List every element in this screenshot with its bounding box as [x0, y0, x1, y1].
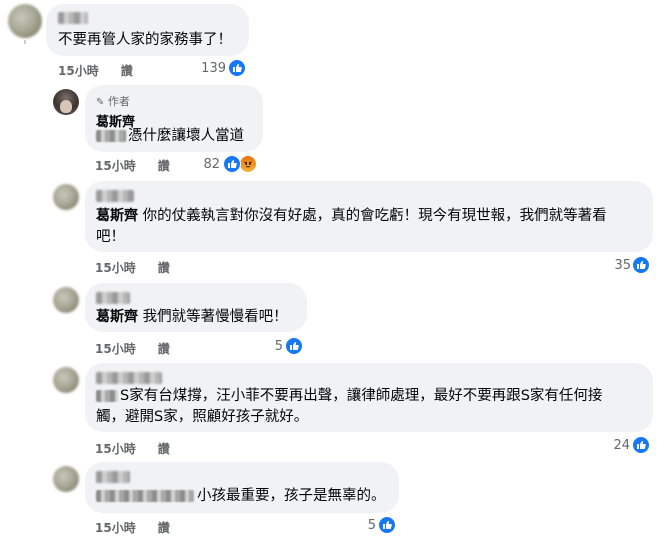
like-button[interactable]: 讚: [158, 342, 170, 356]
reaction-count[interactable]: 35: [603, 258, 631, 273]
comment-time[interactable]: 15小時: [58, 64, 99, 78]
comment-meta: 15小時 讚: [95, 340, 170, 357]
comment-meta: 15小時 讚: [95, 157, 170, 174]
comment-bubble: 不要再管人家的家務事了！: [46, 4, 249, 56]
like-button[interactable]: 讚: [158, 442, 170, 456]
comment-text-line: 葛斯齊 你的仗義執言對你沒有好處，真的會吃虧！現今有現世報，我們就等著看: [96, 205, 607, 227]
like-button[interactable]: 讚: [158, 521, 170, 535]
commenter-name-redacted[interactable]: [96, 471, 130, 483]
like-button[interactable]: 讚: [158, 159, 170, 173]
mention-link[interactable]: 葛斯齊: [96, 309, 138, 325]
author-badge: ✎ 作者: [96, 93, 130, 109]
reaction-count[interactable]: 24: [602, 438, 630, 453]
comment-text: 不要再管人家的家務事了！: [58, 32, 232, 48]
thumbs-up-icon[interactable]: [223, 155, 241, 173]
comment-time[interactable]: 15小時: [95, 521, 136, 535]
comment-time[interactable]: 15小時: [95, 159, 136, 173]
comment-time[interactable]: 15小時: [95, 261, 136, 275]
commenter-name-redacted[interactable]: [96, 292, 130, 304]
mention-redacted[interactable]: [96, 390, 118, 402]
commenter-name-redacted[interactable]: [96, 190, 134, 202]
commenter-avatar[interactable]: [53, 367, 79, 393]
comment-text-body: 我們就等著慢慢看吧！: [142, 309, 288, 325]
angry-face-icon[interactable]: [239, 155, 257, 173]
comment-text-line: S家有台煤撐，汪小菲不要再出聲，讓律師處理，最好不要再跟S家有任何接: [96, 385, 602, 407]
author-badge-label: 作者: [107, 95, 130, 108]
comment-text: 憑什麼讓壞人當道: [96, 125, 244, 147]
reaction-count[interactable]: 5: [348, 518, 376, 533]
comment-meta: 15小時 讚: [58, 62, 133, 79]
commenter-avatar[interactable]: [53, 184, 79, 210]
comment-text-line: 葛斯齊 我們就等著慢慢看吧！: [96, 306, 288, 328]
thumbs-up-icon[interactable]: [632, 256, 650, 274]
thumbs-up-icon[interactable]: [378, 516, 396, 534]
comment-text-body: 你的仗義執言對你沒有好處，真的會吃虧！現今有現世報，我們就等著看: [142, 208, 607, 224]
comment-bubble: 葛斯齊 你的仗義執言對你沒有好處，真的會吃虧！現今有現世報，我們就等著看 吧！: [85, 181, 653, 252]
like-button[interactable]: 讚: [121, 64, 133, 78]
comment-meta: 15小時 讚: [95, 440, 170, 457]
thumbs-up-icon[interactable]: [285, 337, 303, 355]
comment-time[interactable]: 15小時: [95, 442, 136, 456]
commenter-name-redacted[interactable]: [96, 372, 162, 384]
commenter-name-redacted[interactable]: [58, 12, 88, 24]
comment-text-body: S家有台煤撐，汪小菲不要再出聲，讓律師處理，最好不要再跟S家有任何接: [120, 388, 603, 404]
comment-bubble: 小孩最重要，孩子是無辜的。: [85, 462, 399, 513]
thumbs-up-icon[interactable]: [228, 59, 246, 77]
thumbs-up-icon[interactable]: [632, 436, 650, 454]
comment-bubble: 葛斯齊 我們就等著慢慢看吧！: [85, 283, 307, 332]
commenter-avatar[interactable]: [53, 287, 79, 313]
comment-text-body: 小孩最重要，孩子是無辜的。: [197, 488, 386, 504]
commenter-avatar[interactable]: [53, 466, 79, 492]
author-avatar[interactable]: [53, 89, 79, 115]
mention-redacted[interactable]: [96, 490, 194, 502]
mention-link[interactable]: 葛斯齊: [96, 208, 138, 224]
reaction-count[interactable]: 82: [192, 157, 220, 172]
comment-time[interactable]: 15小時: [95, 342, 136, 356]
comment-text-line: 觸，避開S家，照顧好孩子就好。: [96, 409, 309, 425]
pencil-icon: ✎: [96, 97, 105, 108]
reaction-count[interactable]: 5: [255, 339, 283, 354]
like-button[interactable]: 讚: [158, 261, 170, 275]
comment-text-line: 小孩最重要，孩子是無辜的。: [96, 485, 386, 507]
comment-text-body: 憑什麼讓壞人當道: [128, 128, 244, 144]
comment-meta: 15小時 讚: [95, 259, 170, 276]
comment-bubble: S家有台煤撐，汪小菲不要再出聲，讓律師處理，最好不要再跟S家有任何接 觸，避開S…: [85, 363, 653, 432]
mention-redacted[interactable]: [96, 130, 126, 142]
comment-text-line: 吧！: [96, 229, 125, 245]
author-comment-bubble: ✎ 作者 葛斯齊 憑什麼讓壞人當道: [85, 85, 263, 152]
reaction-count[interactable]: 139: [198, 61, 226, 76]
comment-meta: 15小時 讚: [95, 519, 170, 536]
commenter-avatar[interactable]: [8, 4, 42, 38]
thread-line: [24, 40, 26, 44]
